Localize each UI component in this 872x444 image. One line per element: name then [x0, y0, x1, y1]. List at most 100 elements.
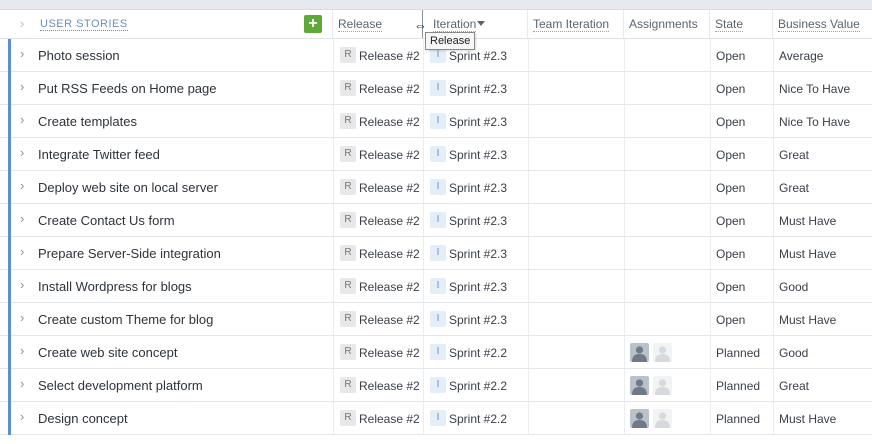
table-row[interactable]: › Create web site concept R Release #2 I Spri… — [0, 336, 872, 369]
team-iteration-cell[interactable] — [528, 39, 624, 71]
business-value[interactable]: Average — [779, 49, 823, 63]
add-user-story-button[interactable]: + — [304, 15, 322, 33]
expand-row-chevron-icon[interactable]: › — [20, 409, 24, 424]
release-cell[interactable]: R Release #2 — [333, 171, 423, 203]
iteration-cell[interactable]: I Sprint #2.3 — [423, 204, 528, 236]
iteration-cell[interactable]: I Sprint #2.2 — [423, 402, 528, 434]
release-value[interactable]: Release #2 — [359, 115, 420, 129]
assignments-cell[interactable] — [624, 39, 710, 71]
iteration-cell[interactable]: I Sprint #2.3 — [423, 105, 528, 137]
business-value[interactable]: Good — [779, 280, 808, 294]
story-title[interactable]: Photo session — [38, 48, 120, 63]
iteration-value[interactable]: Sprint #2.3 — [449, 115, 507, 129]
team-iteration-cell[interactable] — [528, 270, 624, 302]
release-value[interactable]: Release #2 — [359, 148, 420, 162]
release-value[interactable]: Release #2 — [359, 280, 420, 294]
state-value[interactable]: Open — [716, 49, 745, 63]
iteration-value[interactable]: Sprint #2.3 — [449, 181, 507, 195]
story-title[interactable]: Select development platform — [38, 378, 203, 393]
assignee-avatar-icon[interactable] — [630, 343, 649, 362]
business-value[interactable]: Must Have — [779, 412, 836, 426]
expand-row-chevron-icon[interactable]: › — [20, 310, 24, 325]
table-row[interactable]: › Create Contact Us form R Release #2 I Sprin… — [0, 204, 872, 237]
release-cell[interactable]: R Release #2 — [333, 105, 423, 137]
iteration-cell[interactable]: I Sprint #2.2 — [423, 336, 528, 368]
assignments-cell[interactable] — [624, 171, 710, 203]
state-cell[interactable]: Open — [710, 105, 773, 137]
story-title[interactable]: Put RSS Feeds on Home page — [38, 81, 217, 96]
assignee-avatar-icon[interactable] — [630, 376, 649, 395]
business-value-cell[interactable]: Average — [773, 39, 872, 71]
release-cell[interactable]: R Release #2 — [333, 39, 423, 71]
team-iteration-cell[interactable] — [528, 72, 624, 104]
release-cell[interactable]: R Release #2 — [333, 138, 423, 170]
table-row[interactable]: › Integrate Twitter feed R Release #2 I Sprin… — [0, 138, 872, 171]
iteration-cell[interactable]: I Sprint #2.2 — [423, 369, 528, 401]
iteration-cell[interactable]: I Sprint #2.3 — [423, 138, 528, 170]
business-value[interactable]: Nice To Have — [779, 82, 850, 96]
assignments-cell[interactable] — [624, 105, 710, 137]
business-value[interactable]: Must Have — [779, 214, 836, 228]
team-iteration-cell[interactable] — [528, 105, 624, 137]
table-row[interactable]: › Prepare Server-Side integration R Release… — [0, 237, 872, 270]
business-value-cell[interactable]: Nice To Have — [773, 72, 872, 104]
assignments-cell[interactable] — [624, 270, 710, 302]
state-cell[interactable]: Planned — [710, 369, 773, 401]
state-value[interactable]: Open — [716, 313, 745, 327]
release-cell[interactable]: R Release #2 — [333, 369, 423, 401]
iteration-value[interactable]: Sprint #2.3 — [449, 214, 507, 228]
release-cell[interactable]: R Release #2 — [333, 336, 423, 368]
team-iteration-cell[interactable] — [528, 303, 624, 335]
column-header-release[interactable]: Release — [333, 10, 423, 38]
table-row[interactable]: › Deploy web site on local server R Release… — [0, 171, 872, 204]
business-value-cell[interactable]: Must Have — [773, 237, 872, 269]
unassigned-avatar-icon[interactable] — [653, 409, 672, 428]
team-iteration-cell[interactable] — [528, 204, 624, 236]
iteration-value[interactable]: Sprint #2.3 — [449, 49, 507, 63]
iteration-value[interactable]: Sprint #2.3 — [449, 280, 507, 294]
release-value[interactable]: Release #2 — [359, 247, 420, 261]
state-cell[interactable]: Open — [710, 303, 773, 335]
column-label-business-value[interactable]: Business Value — [778, 18, 860, 32]
business-value[interactable]: Must Have — [779, 313, 836, 327]
state-cell[interactable]: Open — [710, 270, 773, 302]
assignments-cell[interactable] — [624, 204, 710, 236]
state-value[interactable]: Open — [716, 214, 745, 228]
story-title[interactable]: Integrate Twitter feed — [38, 147, 160, 162]
assignments-cell[interactable] — [624, 336, 710, 368]
iteration-value[interactable]: Sprint #2.3 — [449, 148, 507, 162]
story-title[interactable]: Prepare Server-Side integration — [38, 246, 221, 261]
table-row[interactable]: › Select development platform R Release #2 I… — [0, 369, 872, 402]
column-label-team-iteration[interactable]: Team Iteration — [533, 18, 610, 32]
story-title[interactable]: Create custom Theme for blog — [38, 312, 213, 327]
business-value[interactable]: Great — [779, 379, 809, 393]
assignments-cell[interactable] — [624, 402, 710, 434]
assignments-cell[interactable] — [624, 72, 710, 104]
table-row[interactable]: › Create custom Theme for blog R Release #2… — [0, 303, 872, 336]
iteration-cell[interactable]: I Sprint #2.3 — [423, 270, 528, 302]
state-cell[interactable]: Open — [710, 39, 773, 71]
story-title[interactable]: Create templates — [38, 114, 137, 129]
business-value[interactable]: Good — [779, 346, 808, 360]
business-value[interactable]: Nice To Have — [779, 115, 850, 129]
state-cell[interactable]: Planned — [710, 402, 773, 434]
business-value-cell[interactable]: Great — [773, 369, 872, 401]
release-value[interactable]: Release #2 — [359, 181, 420, 195]
table-row[interactable]: › Install Wordpress for blogs R Release #2 I… — [0, 270, 872, 303]
expand-row-chevron-icon[interactable]: › — [20, 211, 24, 226]
grid-title[interactable]: USER STORIES — [40, 18, 128, 31]
state-cell[interactable]: Open — [710, 237, 773, 269]
business-value-cell[interactable]: Must Have — [773, 402, 872, 434]
assignments-cell[interactable] — [624, 237, 710, 269]
state-cell[interactable]: Open — [710, 72, 773, 104]
story-title[interactable]: Create Contact Us form — [38, 213, 175, 228]
column-label-state[interactable]: State — [715, 18, 744, 32]
expand-row-chevron-icon[interactable]: › — [20, 178, 24, 193]
iteration-cell[interactable]: I Sprint #2.3 — [423, 171, 528, 203]
iteration-value[interactable]: Sprint #2.3 — [449, 82, 507, 96]
story-title[interactable]: Install Wordpress for blogs — [38, 279, 192, 294]
iteration-value[interactable]: Sprint #2.3 — [449, 313, 507, 327]
team-iteration-cell[interactable] — [528, 336, 624, 368]
assignments-cell[interactable] — [624, 138, 710, 170]
iteration-value[interactable]: Sprint #2.2 — [449, 346, 507, 360]
